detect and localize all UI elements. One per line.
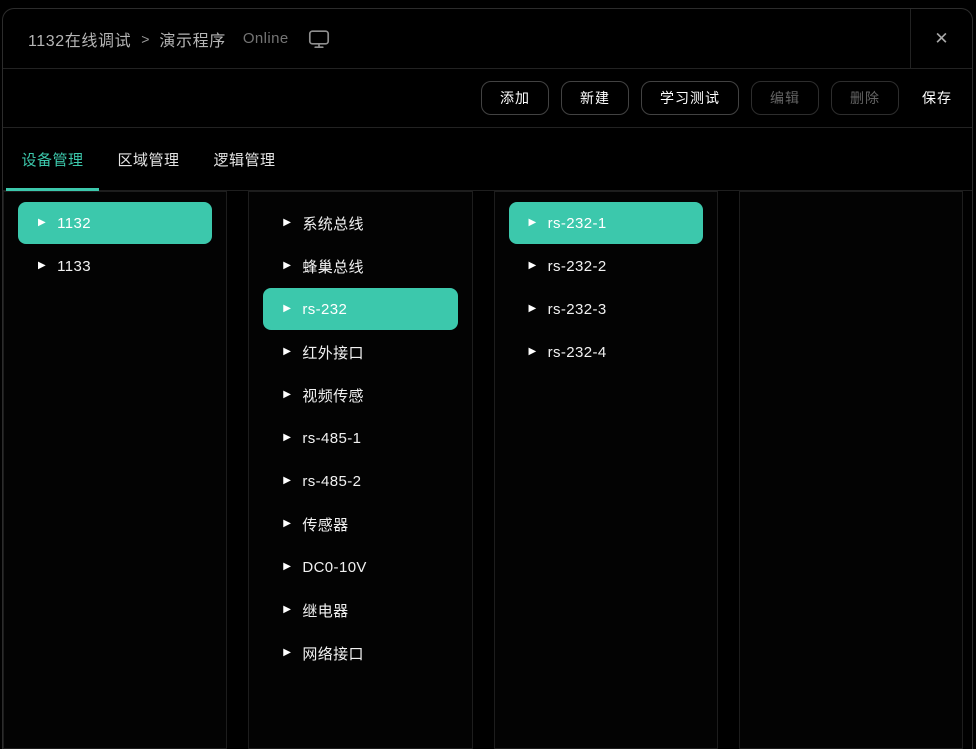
monitor-icon	[308, 29, 330, 49]
tree-item-label: 蜂巢总线	[302, 256, 364, 277]
breadcrumb-page-title: 演示程序	[159, 27, 225, 51]
tree-item[interactable]: ▶ 系统总线	[263, 202, 457, 244]
tree-item[interactable]: ▶ rs-232	[263, 288, 457, 330]
tree-item-label: rs-232-1	[548, 215, 607, 232]
tree-item[interactable]: ▶ DC0-10V	[263, 546, 457, 588]
tree-columns: ▶ 1132 ▶ 1133 ▶ 系统总线 ▶ 蜂巢总线 ▶ rs-232 ▶ 红外接口 ▶ 视频传感 ▶ rs…	[3, 191, 972, 749]
tree-item[interactable]: ▶ 继电器	[263, 589, 457, 631]
tree-item-label: 网络接口	[302, 643, 364, 664]
expand-arrow-icon[interactable]: ▶	[283, 304, 291, 314]
tab-3[interactable]: 逻辑管理	[198, 128, 291, 190]
tree-panel-4	[739, 191, 963, 749]
tree-item-label: 红外接口	[302, 342, 364, 363]
tree-item[interactable]: ▶ 红外接口	[263, 331, 457, 373]
tree-item[interactable]: ▶ rs-232-4	[509, 331, 703, 373]
tree-item-label: 1132	[57, 215, 91, 232]
tree-item-label: rs-232-3	[548, 301, 607, 318]
tree-item-label: 1133	[57, 258, 91, 275]
tree-item-label: rs-232-4	[548, 344, 607, 361]
tree-panel-2: ▶ 系统总线 ▶ 蜂巢总线 ▶ rs-232 ▶ 红外接口 ▶ 视频传感 ▶ rs-485-1 ▶ rs-…	[248, 191, 472, 749]
tree-item[interactable]: ▶ 视频传感	[263, 374, 457, 416]
expand-arrow-icon[interactable]: ▶	[529, 218, 537, 228]
expand-arrow-icon[interactable]: ▶	[529, 347, 537, 357]
app-window: 1132在线调试 > 演示程序 Online ✕ 添加新建学习测试编辑删除保存 …	[2, 8, 973, 749]
tree-item-label: 传感器	[302, 514, 348, 535]
tab-2[interactable]: 区域管理	[102, 128, 195, 190]
toolbar-button-5[interactable]: 删除	[831, 81, 899, 115]
tree-item[interactable]: ▶ rs-232-1	[509, 202, 703, 244]
tree-item[interactable]: ▶ 网络接口	[263, 632, 457, 674]
tab-strip: 设备管理区域管理逻辑管理	[3, 128, 972, 191]
close-button[interactable]: ✕	[910, 9, 972, 68]
tree-item-label: 继电器	[302, 600, 348, 621]
expand-arrow-icon[interactable]: ▶	[283, 218, 291, 228]
tree-item-label: rs-232-2	[548, 258, 607, 275]
expand-arrow-icon[interactable]: ▶	[283, 433, 291, 443]
expand-arrow-icon[interactable]: ▶	[283, 476, 291, 486]
tree-panel-3: ▶ rs-232-1 ▶ rs-232-2 ▶ rs-232-3 ▶ rs-232-4	[494, 191, 718, 749]
toolbar-button-6[interactable]: 保存	[902, 81, 972, 115]
tab-1[interactable]: 设备管理	[6, 128, 99, 190]
tree-item[interactable]: ▶ 蜂巢总线	[263, 245, 457, 287]
expand-arrow-icon[interactable]: ▶	[529, 304, 537, 314]
tree-item[interactable]: ▶ 1133	[18, 245, 212, 287]
expand-arrow-icon[interactable]: ▶	[283, 605, 291, 615]
tree-item-label: rs-485-2	[302, 473, 361, 490]
toolbar-button-2[interactable]: 新建	[561, 81, 629, 115]
tree-item[interactable]: ▶ rs-485-1	[263, 417, 457, 459]
close-icon: ✕	[934, 29, 948, 49]
toolbar-button-4[interactable]: 编辑	[751, 81, 819, 115]
title-bar: 1132在线调试 > 演示程序 Online ✕	[3, 9, 972, 69]
breadcrumb-separator: >	[141, 31, 149, 47]
tree-item[interactable]: ▶ rs-232-2	[509, 245, 703, 287]
expand-arrow-icon[interactable]: ▶	[529, 261, 537, 271]
tree-item[interactable]: ▶ rs-485-2	[263, 460, 457, 502]
tree-item-label: rs-232	[302, 301, 347, 318]
expand-arrow-icon[interactable]: ▶	[283, 562, 291, 572]
tree-panel-1: ▶ 1132 ▶ 1133	[3, 191, 227, 749]
breadcrumb-app-title: 1132在线调试	[28, 27, 131, 51]
tree-item[interactable]: ▶ 传感器	[263, 503, 457, 545]
tree-item-label: 系统总线	[302, 213, 364, 234]
tree-item-label: DC0-10V	[302, 559, 367, 576]
tree-item[interactable]: ▶ 1132	[18, 202, 212, 244]
toolbar-buttons: 添加新建学习测试编辑删除保存	[3, 69, 972, 128]
expand-arrow-icon[interactable]: ▶	[283, 261, 291, 271]
tree-item-label: 视频传感	[302, 385, 364, 406]
tree-item-label: rs-485-1	[302, 430, 361, 447]
status-text: Online	[243, 30, 289, 47]
tree-item[interactable]: ▶ rs-232-3	[509, 288, 703, 330]
expand-arrow-icon[interactable]: ▶	[38, 218, 46, 228]
expand-arrow-icon[interactable]: ▶	[38, 261, 46, 271]
expand-arrow-icon[interactable]: ▶	[283, 648, 291, 658]
expand-arrow-icon[interactable]: ▶	[283, 390, 291, 400]
toolbar-button-3[interactable]: 学习测试	[641, 81, 739, 115]
toolbar-button-1[interactable]: 添加	[481, 81, 549, 115]
expand-arrow-icon[interactable]: ▶	[283, 519, 291, 529]
expand-arrow-icon[interactable]: ▶	[283, 347, 291, 357]
